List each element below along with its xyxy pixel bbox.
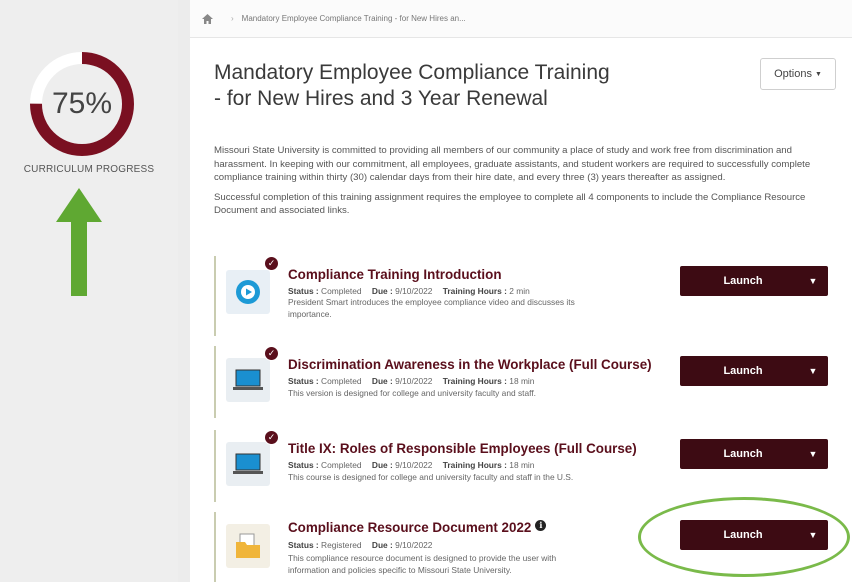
training-item-intro: ✓ Compliance Training Introduction Statu…	[214, 256, 842, 336]
folder-document-icon	[226, 524, 270, 568]
item-meta: Status : Completed Due : 9/10/2022 Train…	[288, 376, 535, 386]
caret-down-icon: ▼	[814, 70, 822, 78]
curriculum-description: Missouri State University is committed t…	[214, 144, 842, 218]
completed-check-icon: ✓	[264, 430, 279, 445]
item-meta: Status : Registered Due : 9/10/2022	[288, 540, 433, 550]
item-meta: Status : Completed Due : 9/10/2022 Train…	[288, 460, 535, 470]
page-title-line1: Mandatory Employee Compliance Training	[214, 61, 610, 84]
breadcrumb-current[interactable]: Mandatory Employee Compliance Training -…	[242, 14, 466, 23]
options-button-label: Options	[774, 68, 812, 80]
laptop-icon	[226, 358, 270, 402]
breadcrumb: › Mandatory Employee Compliance Training…	[190, 0, 852, 38]
options-button[interactable]: Options ▼	[760, 58, 836, 90]
main-panel: › Mandatory Employee Compliance Training…	[190, 0, 852, 582]
item-title[interactable]: Discrimination Awareness in the Workplac…	[288, 357, 652, 372]
info-icon[interactable]: i	[535, 520, 547, 531]
item-title[interactable]: Compliance Resource Document 2022 i	[288, 520, 547, 535]
launch-dropdown-icon[interactable]: ▼	[798, 366, 828, 376]
training-item-title-ix: ✓ Title IX: Roles of Responsible Employe…	[214, 430, 842, 502]
highlight-oval-annotation	[638, 497, 850, 577]
page-title: Mandatory Employee Compliance Training -…	[214, 60, 644, 112]
item-description: This course is designed for college and …	[288, 472, 574, 482]
video-play-icon	[226, 270, 270, 314]
breadcrumb-separator: ›	[231, 14, 234, 23]
description-paragraph-2: Successful completion of this training a…	[214, 191, 806, 217]
item-title[interactable]: Title IX: Roles of Responsible Employees…	[288, 441, 637, 456]
page-title-line2: - for New Hires and 3 Year Renewal	[214, 87, 548, 110]
item-title[interactable]: Compliance Training Introduction	[288, 267, 502, 282]
item-meta: Status : Completed Due : 9/10/2022 Train…	[288, 286, 530, 296]
progress-ring: 75%	[26, 48, 138, 160]
training-item-discrimination: ✓ Discrimination Awareness in the Workpl…	[214, 346, 842, 418]
launch-button[interactable]: Launch ▼	[680, 266, 828, 296]
launch-button[interactable]: Launch ▼	[680, 439, 828, 469]
completed-check-icon: ✓	[264, 256, 279, 271]
item-description: This version is designed for college and…	[288, 388, 536, 398]
description-paragraph-1: Missouri State University is committed t…	[214, 145, 811, 183]
item-description: This compliance resource document is des…	[288, 553, 557, 575]
home-icon[interactable]	[202, 13, 213, 24]
progress-label: CURRICULUM PROGRESS	[23, 164, 155, 175]
up-arrow-icon	[56, 188, 102, 296]
launch-button[interactable]: Launch ▼	[680, 356, 828, 386]
launch-dropdown-icon[interactable]: ▼	[798, 449, 828, 459]
launch-dropdown-icon[interactable]: ▼	[798, 276, 828, 286]
progress-percent: 75%	[51, 87, 113, 120]
curriculum-progress-panel: 75% CURRICULUM PROGRESS	[0, 0, 178, 582]
item-description: President Smart introduces the employee …	[288, 297, 575, 319]
completed-check-icon: ✓	[264, 346, 279, 361]
laptop-icon	[226, 442, 270, 486]
